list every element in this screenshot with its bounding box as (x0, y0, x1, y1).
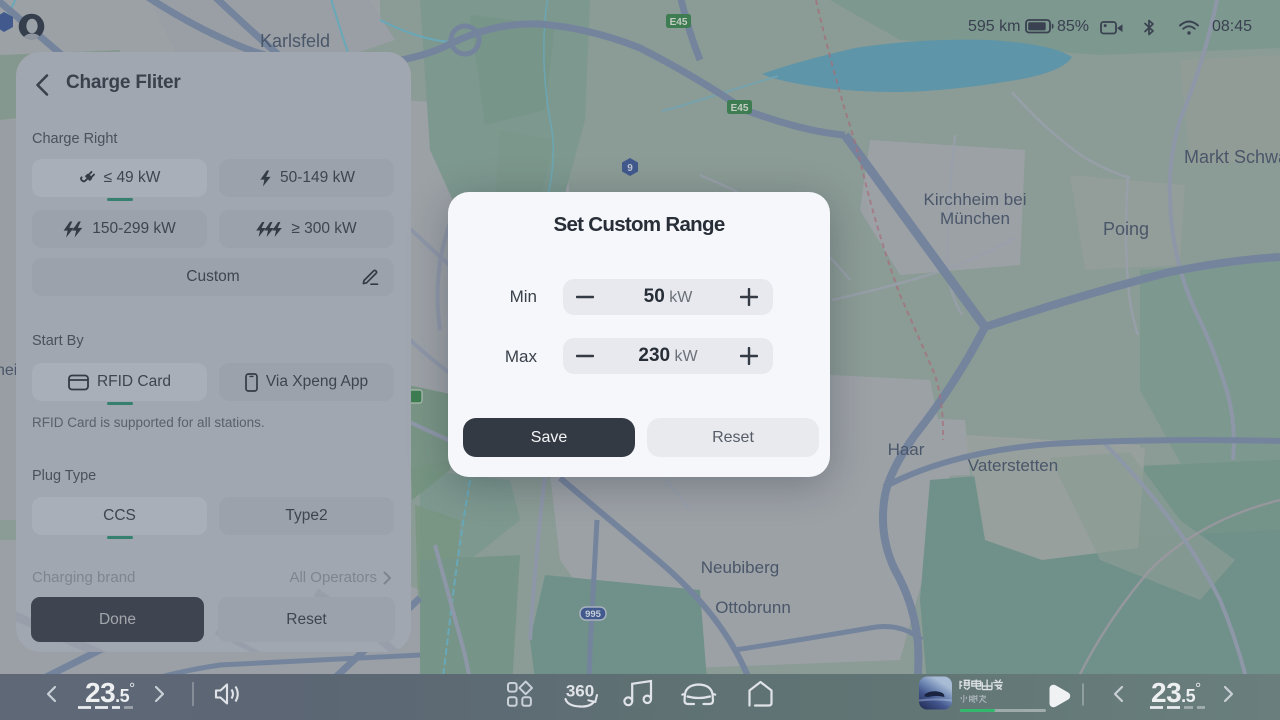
svg-text:Karlsfeld: Karlsfeld (260, 31, 330, 51)
svg-text:E45: E45 (670, 17, 688, 28)
svg-text:Kirchheim bei: Kirchheim bei (924, 190, 1027, 209)
svg-text:E45: E45 (731, 103, 749, 114)
svg-text:360: 360 (566, 682, 594, 701)
svg-text:Poing: Poing (1103, 219, 1149, 239)
svg-text:Vaterstetten: Vaterstetten (968, 456, 1058, 475)
svg-text:Markt Schwab: Markt Schwab (1184, 147, 1280, 167)
svg-text:Haar: Haar (888, 440, 925, 459)
svg-text:9: 9 (627, 163, 633, 174)
svg-text:München: München (940, 209, 1010, 228)
svg-text:995: 995 (585, 609, 602, 620)
svg-text:Ottobrunn: Ottobrunn (715, 598, 791, 617)
svg-text:Neubiberg: Neubiberg (701, 558, 779, 577)
svg-text:hei: hei (0, 362, 17, 379)
